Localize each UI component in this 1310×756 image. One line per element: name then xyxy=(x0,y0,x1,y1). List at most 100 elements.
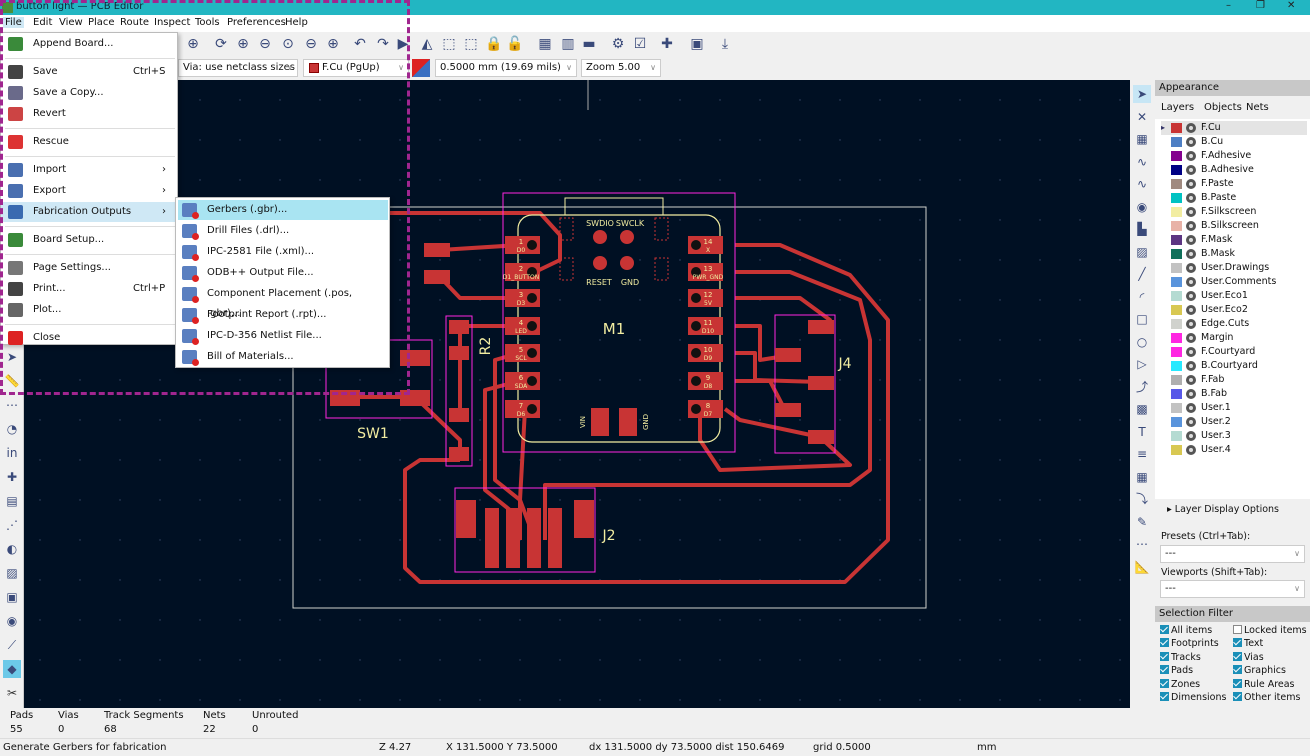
checkbox[interactable] xyxy=(1160,625,1169,634)
track-outline-icon[interactable]: ⟋ xyxy=(3,636,21,654)
layer-color-swatch[interactable] xyxy=(1171,403,1182,413)
layer-row-b-courtyard[interactable]: B.Courtyard xyxy=(1161,359,1307,373)
visibility-eye-icon[interactable] xyxy=(1186,389,1196,399)
file-menu-item-export[interactable]: Export › xyxy=(1,181,177,201)
measure-tool-icon[interactable]: 📐 xyxy=(1133,558,1151,576)
via-size-select[interactable]: Via: use netclass sizes ∨ xyxy=(178,59,298,77)
footprint-tool-icon[interactable]: ▦ xyxy=(1133,130,1151,148)
filter-other-items[interactable]: Other items xyxy=(1233,692,1300,704)
file-menu-item-print[interactable]: Print... Ctrl+P xyxy=(1,279,177,299)
file-menu-item-import[interactable]: Import › xyxy=(1,160,177,180)
lock-icon[interactable]: 🔒 xyxy=(485,35,503,53)
layer-color-swatch[interactable] xyxy=(1171,151,1182,161)
filter-tracks[interactable]: Tracks xyxy=(1160,651,1201,664)
line-tool-icon[interactable]: ╱ xyxy=(1133,265,1151,283)
layer-row-b-fab[interactable]: B.Fab xyxy=(1161,387,1307,401)
visibility-eye-icon[interactable] xyxy=(1186,179,1196,189)
layer-row-f-silkscreen[interactable]: F.Silkscreen xyxy=(1161,205,1307,219)
menu-tools[interactable]: Tools xyxy=(195,17,220,28)
bezier-tool-icon[interactable]: ⤴ xyxy=(1133,378,1151,396)
zone-icon[interactable]: ▨ xyxy=(3,564,21,582)
file-menu-item-plot[interactable]: Plot... xyxy=(1,300,177,320)
menu-file[interactable]: File xyxy=(3,17,24,28)
layer-display-options-toggle[interactable]: ▸ Layer Display Options xyxy=(1167,504,1279,515)
cursor-icon[interactable]: ✚ xyxy=(3,468,21,486)
file-menu-item-close[interactable]: Close xyxy=(1,328,177,348)
layer-color-swatch[interactable] xyxy=(1171,375,1182,385)
layer-row-b-silkscreen[interactable]: B.Silkscreen xyxy=(1161,219,1307,233)
layer-color-swatch[interactable] xyxy=(1171,193,1182,203)
layer-color-swatch[interactable] xyxy=(1171,221,1182,231)
track-width-select[interactable]: 0.5000 mm (19.69 mils) ∨ xyxy=(435,59,577,77)
download-icon[interactable]: ⤓ xyxy=(716,35,734,53)
layer-row-b-cu[interactable]: B.Cu xyxy=(1161,135,1307,149)
layer-row-b-adhesive[interactable]: B.Adhesive xyxy=(1161,163,1307,177)
file-menu-item-page-settings[interactable]: Page Settings... xyxy=(1,258,177,278)
zoom-out-icon[interactable]: ⊖ xyxy=(256,35,274,53)
refresh-icon[interactable]: ⟳ xyxy=(212,35,230,53)
select-tool-icon[interactable]: ➤ xyxy=(1133,85,1151,103)
close-window-button[interactable]: ✕ xyxy=(1287,0,1295,11)
layer-color-swatch[interactable] xyxy=(1171,291,1182,301)
checkbox[interactable] xyxy=(1233,665,1242,675)
layer-manager-icon[interactable]: ◆ xyxy=(3,660,21,678)
menu-help[interactable]: Help xyxy=(285,17,308,28)
checkbox[interactable] xyxy=(1233,651,1242,661)
file-menu-item-fabrication-outputs[interactable]: Fabrication Outputs › xyxy=(1,202,177,222)
layer-row-user-comments[interactable]: User.Comments xyxy=(1161,275,1307,289)
viewports-select[interactable]: --- ∨ xyxy=(1160,580,1305,598)
layer-color-swatch[interactable] xyxy=(1171,333,1182,343)
table-tool-icon[interactable]: ▦ xyxy=(1133,468,1151,486)
layer-color-swatch[interactable] xyxy=(1171,137,1182,147)
visibility-eye-icon[interactable] xyxy=(1186,165,1196,175)
rectangle-tool-icon[interactable]: □ xyxy=(1133,310,1151,328)
layer-row-user-3[interactable]: User.3 xyxy=(1161,429,1307,443)
layer-row-f-courtyard[interactable]: F.Courtyard xyxy=(1161,345,1307,359)
tab-layers[interactable]: Layers xyxy=(1161,102,1194,113)
file-menu-item-board-setup[interactable]: Board Setup... xyxy=(1,230,177,250)
visibility-eye-icon[interactable] xyxy=(1186,445,1196,455)
ruler-icon[interactable]: 📏 xyxy=(3,372,21,390)
select-icon[interactable]: ➤ xyxy=(3,348,21,366)
fabrication-item-footprint-report-rpt[interactable]: Footprint Report (.rpt)... xyxy=(178,305,388,325)
fabrication-item-ipc-2581-file-xml[interactable]: IPC-2581 File (.xml)... xyxy=(178,242,388,262)
layer-row-margin[interactable]: Margin xyxy=(1161,331,1307,345)
layer-color-swatch[interactable] xyxy=(1171,277,1182,287)
layer-pair-icon[interactable] xyxy=(412,59,430,77)
filter-zones[interactable]: Zones xyxy=(1160,678,1200,691)
menu-edit[interactable]: Edit xyxy=(33,17,52,28)
filter-all-items[interactable]: All items xyxy=(1160,625,1212,637)
visibility-eye-icon[interactable] xyxy=(1186,347,1196,357)
layer-color-swatch[interactable] xyxy=(1171,417,1182,427)
layer-color-swatch[interactable] xyxy=(1171,431,1182,441)
file-menu-item-append-board[interactable]: Append Board... xyxy=(1,34,177,54)
router-icon[interactable]: ✚ xyxy=(658,35,676,53)
layer-color-swatch[interactable] xyxy=(1171,361,1182,371)
layer-row-user-2[interactable]: User.2 xyxy=(1161,415,1307,429)
layer-row-f-adhesive[interactable]: F.Adhesive xyxy=(1161,149,1307,163)
layer-color-swatch[interactable] xyxy=(1171,207,1182,217)
arc-tool-icon[interactable]: ◜ xyxy=(1133,288,1151,306)
tab-nets[interactable]: Nets xyxy=(1246,102,1269,113)
layer-row-f-paste[interactable]: F.Paste xyxy=(1161,177,1307,191)
layer-row-b-mask[interactable]: B.Mask xyxy=(1161,247,1307,261)
find-icon[interactable]: ⊕ xyxy=(184,35,202,53)
layer-row-user-eco1[interactable]: User.Eco1 xyxy=(1161,289,1307,303)
redo-icon[interactable]: ↷ xyxy=(374,35,392,53)
board-3d-icon[interactable]: ▬ xyxy=(580,35,598,53)
pcb-canvas[interactable]: 1 D0 2 D1_BUTTON 3 D3 4 LED 5 SCL 6 SDA 7 D6 14 X 13 PWR_… xyxy=(24,80,1130,708)
filter-pads[interactable]: Pads xyxy=(1160,665,1193,677)
visibility-eye-icon[interactable] xyxy=(1186,333,1196,343)
visibility-eye-icon[interactable] xyxy=(1186,249,1196,259)
visibility-eye-icon[interactable] xyxy=(1186,361,1196,371)
file-menu-item-rescue[interactable]: Rescue xyxy=(1,132,177,152)
flip-icon[interactable]: ▶ xyxy=(394,35,412,53)
checkbox[interactable] xyxy=(1233,625,1242,634)
checklist-icon[interactable]: ☑ xyxy=(631,35,649,53)
zoom-objects-icon[interactable]: ⊖ xyxy=(302,35,320,53)
menu-place[interactable]: Place xyxy=(88,17,115,28)
checkbox[interactable] xyxy=(1233,638,1242,648)
layer-color-swatch[interactable] xyxy=(1171,123,1182,133)
visibility-eye-icon[interactable] xyxy=(1186,305,1196,315)
ratsnest-icon[interactable]: ⋰ xyxy=(3,516,21,534)
